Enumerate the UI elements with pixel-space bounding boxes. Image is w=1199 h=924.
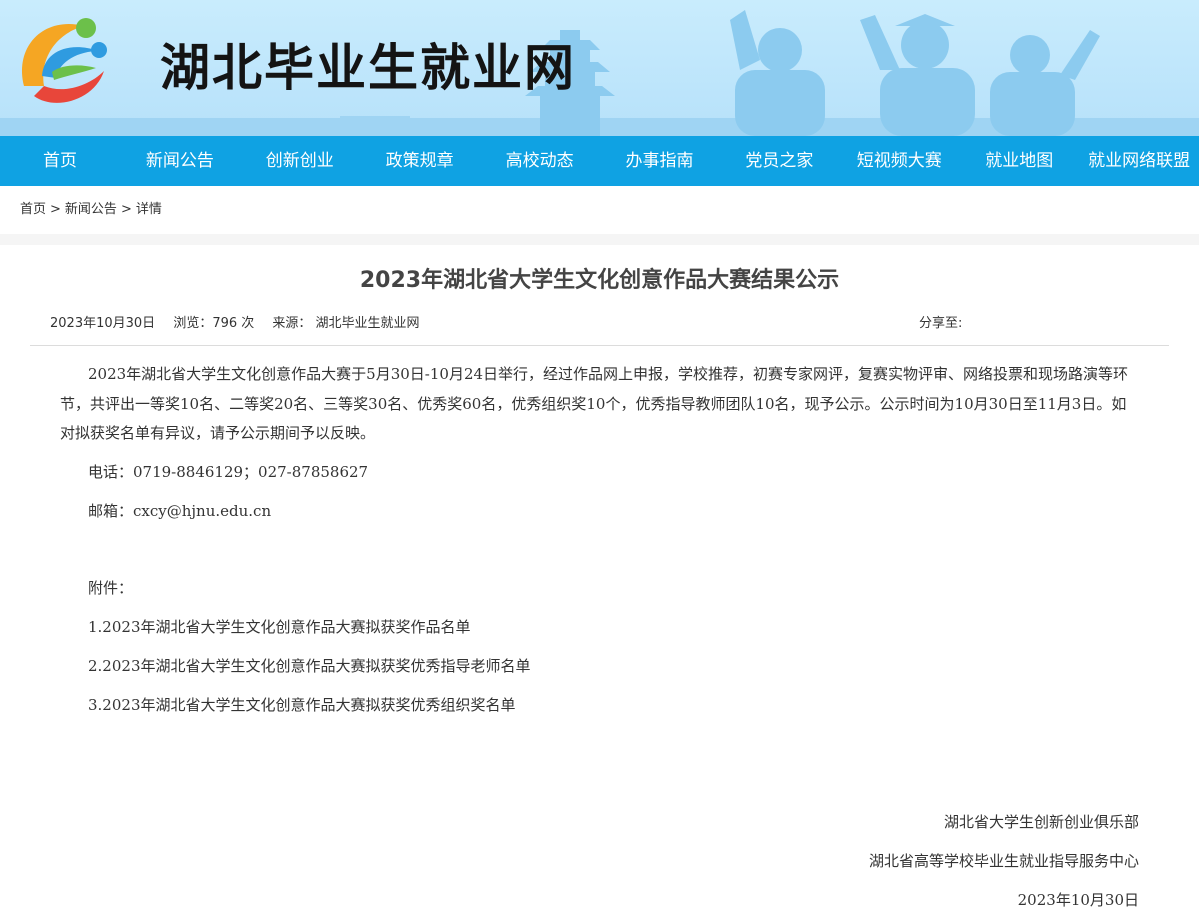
nav-item-job-map[interactable]: 就业地图 — [959, 136, 1079, 186]
attachment-link[interactable]: 1.2023年湖北省大学生文化创意作品大赛拟获奖作品名单 — [60, 608, 1139, 647]
nav-item-news[interactable]: 新闻公告 — [120, 136, 240, 186]
breadcrumb-current: 详情 — [135, 202, 162, 217]
attachment-link[interactable]: 2.2023年湖北省大学生文化创意作品大赛拟获奖优秀指导老师名单 — [60, 647, 1139, 686]
breadcrumb-separator: > — [120, 202, 132, 217]
article-body: 2023年湖北省大学生文化创意作品大赛于5月30日-10月24日举行，经过作品网… — [0, 346, 1199, 920]
main-nav: 首页 新闻公告 创新创业 政策规章 高校动态 办事指南 党员之家 短视频大赛 就… — [0, 136, 1199, 186]
nav-item-policy[interactable]: 政策规章 — [360, 136, 480, 186]
breadcrumb-home[interactable]: 首页 — [20, 202, 46, 217]
article: 2023年湖北省大学生文化创意作品大赛结果公示 2023年10月30日 浏览：7… — [0, 245, 1199, 920]
article-views: 浏览：796 次 — [173, 316, 255, 331]
breadcrumb-news[interactable]: 新闻公告 — [65, 202, 117, 217]
article-paragraph: 2023年湖北省大学生文化创意作品大赛于5月30日-10月24日举行，经过作品网… — [60, 365, 1129, 442]
article-title: 2023年湖北省大学生文化创意作品大赛结果公示 — [359, 268, 840, 293]
contact-phone: 电话：0719-8846129；027-87858627 — [88, 462, 369, 481]
article-meta: 2023年10月30日 浏览：796 次 来源： 湖北毕业生就业网 分享至: — [0, 305, 1199, 343]
nav-item-home[interactable]: 首页 — [0, 136, 120, 186]
breadcrumb-separator: > — [50, 202, 61, 217]
nav-item-university-news[interactable]: 高校动态 — [480, 136, 600, 186]
article-meta-info: 2023年10月30日 浏览：796 次 来源： 湖北毕业生就业网 — [50, 305, 434, 343]
article-date: 2023年10月30日 — [50, 316, 156, 331]
nav-item-video-contest[interactable]: 短视频大赛 — [839, 136, 959, 186]
nav-item-network-alliance[interactable]: 就业网络联盟 — [1079, 136, 1199, 186]
share-label: 分享至: — [919, 316, 963, 331]
article-source: 来源： 湖北毕业生就业网 — [272, 316, 420, 331]
signature-org: 湖北省高等学校毕业生就业指导服务中心 — [868, 851, 1139, 870]
nav-item-innovation[interactable]: 创新创业 — [240, 136, 360, 186]
breadcrumb-divider-strip — [0, 234, 1199, 245]
attachment-link[interactable]: 3.2023年湖北省大学生文化创意作品大赛拟获奖优秀组织奖名单 — [60, 686, 1139, 725]
site-banner: 湖北毕业生就业网 — [0, 0, 1199, 136]
attachments-label: 附件： — [88, 578, 134, 597]
contact-email: 邮箱：cxcy@hjnu.edu.cn — [88, 501, 272, 520]
ribbon-logo-icon[interactable] — [4, 6, 116, 118]
nav-item-guide[interactable]: 办事指南 — [600, 136, 720, 186]
breadcrumb: 首页 > 新闻公告 > 详情 — [0, 186, 1199, 234]
site-title: 湖北毕业生就业网 — [160, 39, 576, 97]
signature-org: 湖北省大学生创新创业俱乐部 — [943, 812, 1139, 831]
nav-item-party[interactable]: 党员之家 — [719, 136, 839, 186]
signature-date: 2023年10月30日 — [1017, 890, 1139, 909]
